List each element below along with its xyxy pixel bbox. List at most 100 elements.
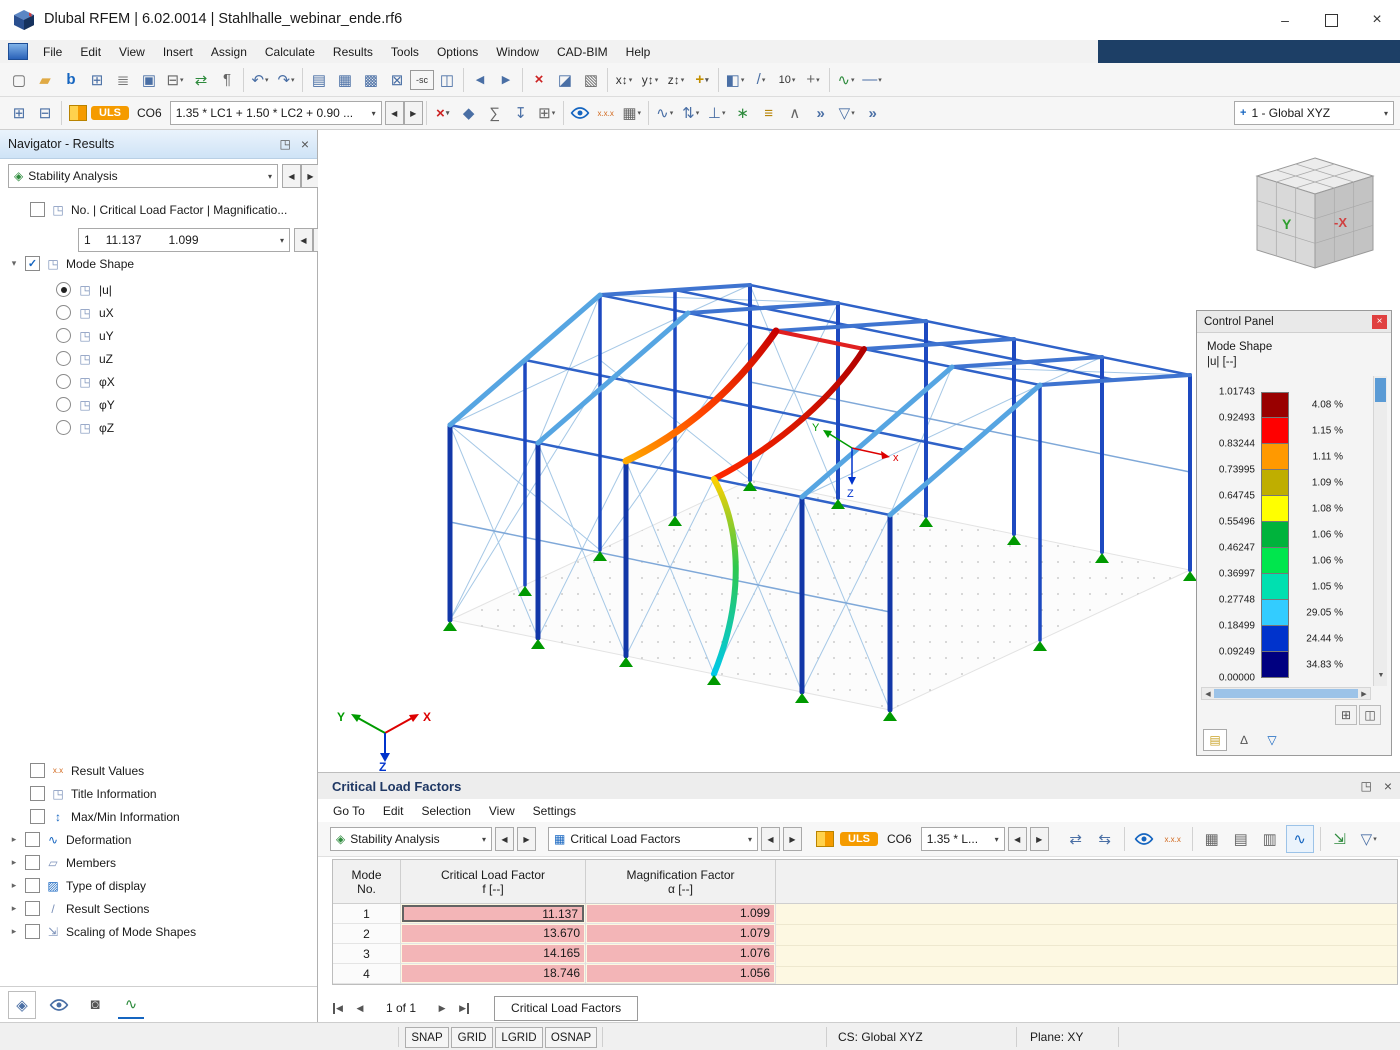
next-combo-button[interactable]: ▶ [1030,827,1049,851]
pin-icon[interactable]: ◆ [456,100,482,126]
tab-smoothing-icon[interactable]: ∆ [1233,730,1255,750]
display-results-icon[interactable]: ⊠ [384,67,410,93]
prev-analysis-button[interactable]: ◀ [495,827,514,851]
load-combination-select[interactable]: 1.35 * LC1 + 1.50 * LC2 + 0.90 ... ▾ [170,101,382,125]
print-icon[interactable]: ⊟▾ [162,67,188,93]
coordinate-system-select[interactable]: + 1 - Global XYZ ▾ [1234,101,1394,125]
grid-toggle[interactable]: GRID [451,1027,493,1048]
menu-window[interactable]: Window [487,40,548,63]
option-deformation[interactable]: ▸ ∿ Deformation [8,832,131,847]
prev-combo-button[interactable]: ◀ [1008,827,1027,851]
result-table-icon[interactable]: ▦▾ [619,100,645,126]
navigator-data-tab-icon[interactable]: ◈ [8,991,36,1019]
next-analysis-button[interactable]: ▶ [517,827,536,851]
dim-y-icon[interactable]: y↕▾ [637,67,663,93]
navigator-results-tab-icon[interactable]: ∿ [118,991,144,1019]
component-u[interactable]: ◳ |u| [56,282,112,297]
section-plane-icon[interactable]: /▾ [748,67,774,93]
hscroll-thumb[interactable] [1214,689,1358,698]
radio-uy[interactable] [56,328,71,343]
radio-uz[interactable] [56,351,71,366]
option-members[interactable]: ▸ ▱ Members [8,855,116,870]
option-maxmin-information[interactable]: ↕ Max/Min Information [30,809,180,824]
menu-help[interactable]: Help [617,40,660,63]
members-checkbox[interactable] [25,855,40,870]
component-uy[interactable]: ◳ uY [56,328,114,343]
tab-filter-icon[interactable]: ▽ [1261,730,1283,750]
hscroll-left-icon[interactable]: ◀ [1202,688,1214,699]
cell-alpha-4[interactable]: 1.056 [586,964,776,984]
filter-icon[interactable]: ▽▾ [834,100,860,126]
menu-file[interactable]: File [34,40,71,63]
display-wireframe-icon[interactable]: ▤ [306,67,332,93]
component-phiz[interactable]: ◳ φZ [56,420,114,435]
clipboard-icon[interactable]: ≣ [110,67,136,93]
tab-critical-load-factors[interactable]: Critical Load Factors [494,996,638,1021]
radio-u[interactable] [56,282,71,297]
result-diagram-icon[interactable]: ∿▾ [833,67,859,93]
display-grid-icon[interactable]: ▦ [332,67,358,93]
numbering-icon[interactable]: 10▾ [774,67,800,93]
table-filter-icon[interactable]: ▽▾ [1356,826,1382,852]
snap-toggle[interactable]: SNAP [405,1027,449,1048]
zoom-cancel-icon[interactable]: × [526,67,552,93]
open-file-icon[interactable]: ▰ [32,67,58,93]
cell-alpha-2[interactable]: 1.079 [586,924,776,944]
menu-insert[interactable]: Insert [154,40,202,63]
sync-view-icon[interactable]: ⇆ [1092,826,1118,852]
cell-f-4[interactable]: 18.746 [401,964,586,984]
lgrid-toggle[interactable]: LGRID [495,1027,543,1048]
result-sections-checkbox[interactable] [25,901,40,916]
menu-view[interactable]: View [110,40,154,63]
delete-results-icon[interactable]: ×▾ [430,100,456,126]
results-menu-settings[interactable]: Settings [524,799,585,822]
levels-icon[interactable]: ≡ [756,100,782,126]
results-menu-edit[interactable]: Edit [374,799,413,822]
osnap-toggle[interactable]: OSNAP [545,1027,597,1048]
last-page-button[interactable]: ▶ [454,999,474,1017]
internal-forces-icon[interactable]: ⇅▾ [678,100,704,126]
sc-display-icon[interactable]: -sc [410,70,434,90]
results-table-select[interactable]: ▦ Critical Load Factors ▾ [548,827,758,851]
panel-settings-button[interactable]: ⊞ [1335,705,1357,725]
new-window-icon[interactable]: ⊞ [6,100,32,126]
close-results-icon[interactable]: × [1384,778,1392,794]
radio-phiz[interactable] [56,420,71,435]
cell-alpha-1[interactable]: 1.099 [586,904,776,924]
sync-selection-icon[interactable]: ⇄ [1063,826,1089,852]
minimize-button[interactable]: – [1262,0,1308,40]
vscroll-thumb[interactable] [1375,378,1386,402]
first-page-button[interactable]: ◀ [328,999,348,1017]
next-view-icon[interactable]: ▶ [493,67,519,93]
render-mode-icon[interactable]: ▧ [578,67,604,93]
menu-cad-bim[interactable]: CAD-BIM [548,40,617,63]
batch-icon[interactable]: ↧ [508,100,534,126]
component-uz[interactable]: ◳ uZ [56,351,113,366]
undock-icon[interactable]: ◳ [1360,779,1371,793]
calculation-icon[interactable]: ∑ [482,100,508,126]
panel-toggle-icon[interactable]: ◫ [434,67,460,93]
show-results-icon[interactable] [1131,826,1157,852]
analysis-type-select[interactable]: ◈ Stability Analysis ▾ [8,164,278,188]
tools-icon[interactable]: ∧ [782,100,808,126]
import-export-icon[interactable]: ⇄ [188,67,214,93]
maximize-button[interactable] [1308,0,1354,40]
navigator-views-tab-icon[interactable]: ◙ [82,992,108,1018]
stress-results-icon[interactable]: ⊥▾ [704,100,730,126]
option-scaling[interactable]: ▸ ⇲ Scaling of Mode Shapes [8,924,196,939]
option-title-information[interactable]: ◳ Title Information [30,786,157,801]
prev-table-button[interactable]: ◀ [761,827,780,851]
expander-icon[interactable]: ▸ [8,903,20,914]
more-commands-icon[interactable]: » [808,100,834,126]
cell-f-2[interactable]: 13.670 [401,924,586,944]
scaling-checkbox[interactable] [25,924,40,939]
grid-settings-icon[interactable]: +▾ [800,67,826,93]
previous-analysis-button[interactable]: ◀ [282,164,301,188]
radio-phix[interactable] [56,374,71,389]
cell-f-1[interactable]: 11.137 [401,904,586,924]
isometric-view-icon[interactable]: ◪ [552,67,578,93]
expander-icon[interactable]: ▸ [8,857,20,868]
model-data-icon[interactable]: ⊞ [84,67,110,93]
dlubal-sync-icon[interactable]: b [58,67,84,93]
option-result-values[interactable]: x.x Result Values [30,763,144,778]
